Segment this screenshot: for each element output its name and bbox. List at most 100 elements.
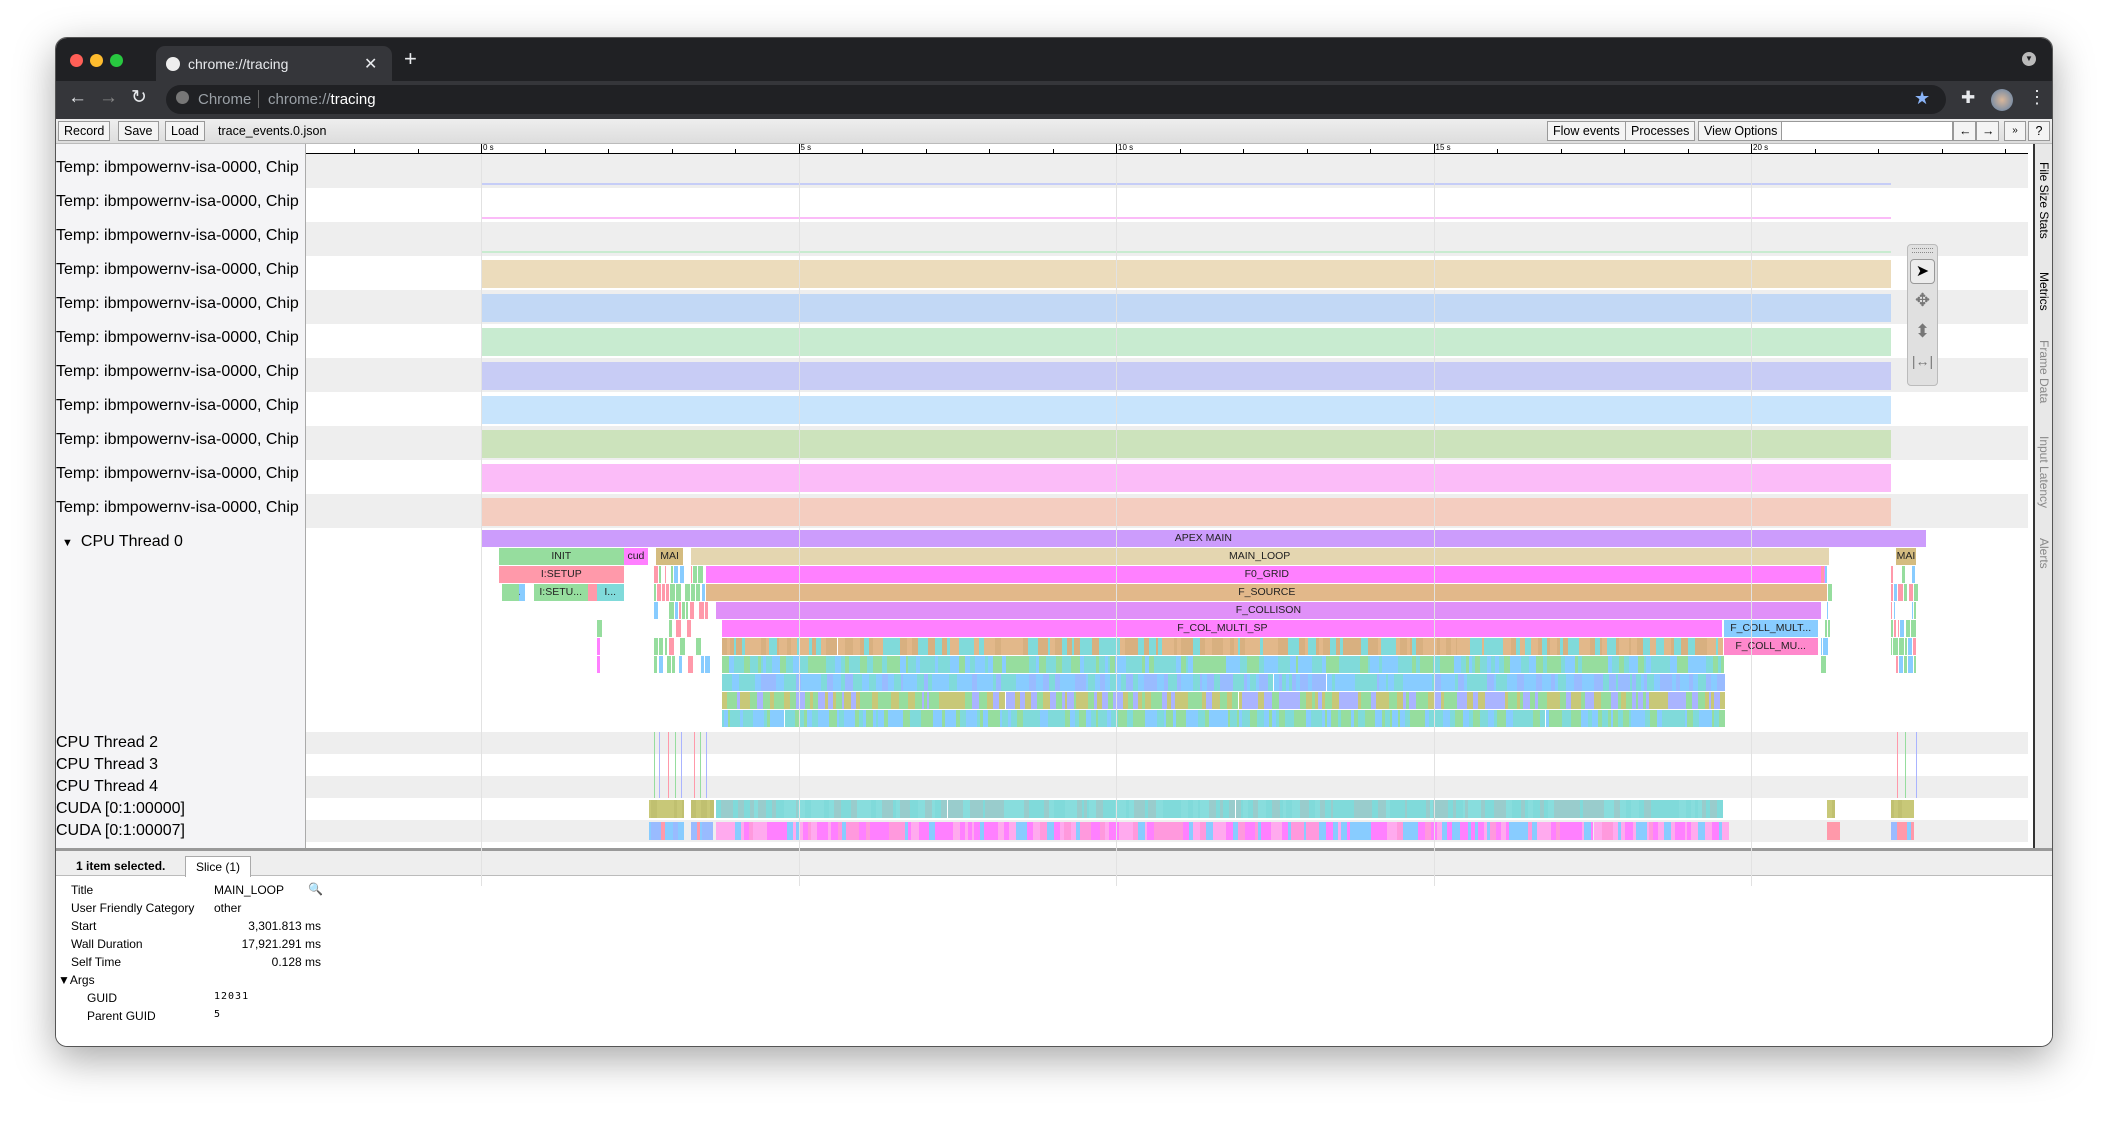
load-button[interactable]: Load [165,121,205,141]
timing-tool-icon[interactable]: |↔| [1910,353,1935,378]
address-bar[interactable]: Chrome chrome://tracing ★ [166,85,1946,114]
selection-tool-icon[interactable]: ➤ [1910,259,1935,284]
side-tab[interactable]: Input Latency [2037,436,2051,508]
extensions-icon[interactable]: ✚ [1961,88,1975,108]
slice[interactable] [693,732,695,754]
zoom-tool-icon[interactable]: ⬍ [1910,321,1935,346]
slice[interactable] [658,754,660,776]
close-window-button[interactable] [70,54,83,67]
slice[interactable] [674,754,676,776]
slice[interactable]: APEX MAIN [481,530,1926,547]
slice[interactable]: MAIN_LOOP [690,548,1829,565]
args-toggle[interactable]: ▼Args [58,973,95,987]
slice [1156,800,1164,818]
pan-tool-icon[interactable]: ✥ [1910,290,1935,315]
close-tab-icon[interactable]: ✕ [364,54,377,74]
tab-slice[interactable]: Slice (1) [185,856,251,877]
help-button[interactable]: ? [2028,121,2050,141]
tab-search-icon[interactable]: ▼ [2022,52,2036,66]
back-icon[interactable]: ← [68,87,87,109]
minimize-window-button[interactable] [90,54,103,67]
find-next-button[interactable]: → [1976,121,1999,141]
slice [1585,692,1592,709]
slice[interactable] [700,776,702,798]
slice[interactable] [700,754,702,776]
side-tab[interactable]: Frame Data [2037,340,2051,403]
slice[interactable] [653,776,655,798]
slice[interactable]: cud [623,548,648,565]
slice[interactable]: MAI [656,548,683,565]
reload-icon[interactable]: ↻ [131,86,147,109]
slice[interactable] [693,754,695,776]
side-tab[interactable]: Alerts [2037,538,2051,569]
slice[interactable] [681,732,683,754]
time-ruler[interactable] [306,144,2028,154]
forward-icon[interactable]: → [99,87,118,109]
slice[interactable]: F_COL_MULTI_SP [722,620,1723,637]
slice[interactable] [1916,754,1918,776]
browser-tab[interactable]: chrome://tracing ✕ [156,46,392,82]
cpu-thread-0-header[interactable]: ▼ CPU Thread 0 [62,533,183,551]
slice [1900,620,1905,637]
new-tab-button[interactable]: + [404,46,417,72]
side-tab[interactable]: File Size Stats [2037,162,2051,239]
temp-track [306,222,2028,256]
processes-button[interactable]: Processes [1625,121,1696,141]
slice[interactable] [706,732,708,754]
slice[interactable] [587,584,597,601]
slice[interactable] [693,776,695,798]
slice[interactable] [1904,732,1906,754]
drag-handle[interactable] [1912,248,1933,253]
slice[interactable]: F_COLL_MULT... [1723,620,1818,637]
bookmark-star-icon[interactable]: ★ [1914,88,1930,109]
slice[interactable] [674,732,676,754]
view-options-button[interactable]: View Options [1698,121,1784,141]
slice[interactable]: MAI [1895,548,1917,565]
slice[interactable] [674,776,676,798]
slice[interactable] [1897,754,1899,776]
slice[interactable] [700,732,702,754]
side-tab[interactable]: Metrics [2037,272,2051,311]
slice[interactable]: F_COLLISON [715,602,1821,619]
slice [1669,656,1677,673]
find-previous-button[interactable]: ← [1953,121,1976,141]
slice[interactable] [1904,776,1906,798]
slice[interactable]: I... [596,584,624,601]
slice[interactable] [681,754,683,776]
slice[interactable]: F_SOURCE [706,584,1828,601]
slice[interactable] [658,776,660,798]
slice [1326,822,1334,840]
search-input[interactable] [1781,121,1953,141]
slice[interactable] [706,754,708,776]
timeline-view[interactable]: 0 s 5 s 10 s 15 s 20 s APEX MAIN INIT cud MAI MAI… [306,144,2028,886]
expand-triangle-icon[interactable]: ▼ [62,537,73,549]
slice[interactable] [668,776,670,798]
slice[interactable]: F_COLL_MU... [1723,638,1818,655]
slice[interactable] [1916,732,1918,754]
slice[interactable] [668,754,670,776]
slice[interactable] [1897,732,1899,754]
slice[interactable]: I:SETUP [498,566,624,583]
save-button[interactable]: Save [118,121,159,141]
slice[interactable]: INIT [498,548,624,565]
profile-avatar[interactable] [1991,89,2013,111]
search-icon[interactable]: 🔍 [308,882,323,896]
slice[interactable] [1897,776,1899,798]
slice[interactable]: I:SETU... [533,584,588,601]
record-button[interactable]: Record [58,121,111,141]
slice[interactable] [706,776,708,798]
slice[interactable] [1904,754,1906,776]
slice[interactable]: F0_GRID [706,566,1828,583]
slice[interactable] [653,754,655,776]
slice[interactable] [658,732,660,754]
detail-label: Title [71,883,94,897]
slice[interactable] [668,732,670,754]
maximize-window-button[interactable] [110,54,123,67]
collapse-button[interactable]: » [2004,121,2026,141]
slice[interactable] [681,776,683,798]
slice [893,638,901,655]
slice[interactable] [653,732,655,754]
menu-icon[interactable]: ⋮ [2028,87,2046,108]
flow-events-button[interactable]: Flow events [1547,121,1626,141]
slice[interactable] [1916,776,1918,798]
